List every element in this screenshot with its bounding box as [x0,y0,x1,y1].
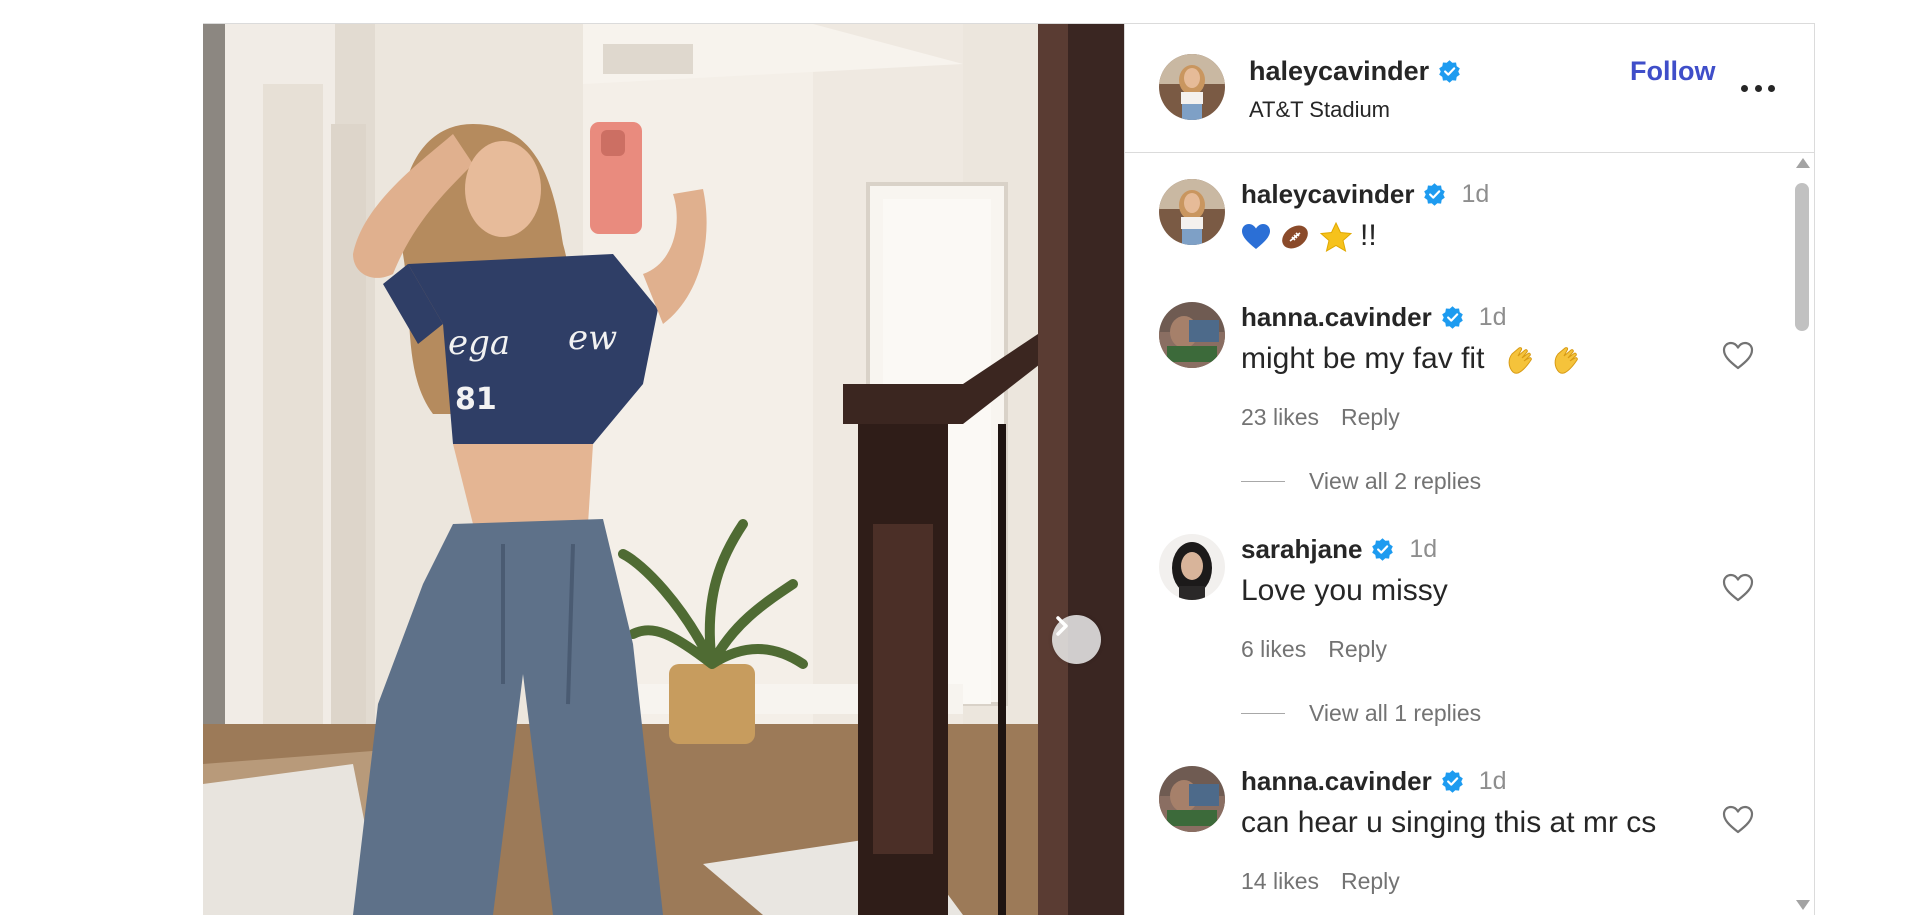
view-replies-label[interactable]: View all 2 replies [1309,468,1481,495]
post-photo[interactable]: ega ew 81 [203,24,1124,915]
verified-badge-icon [1441,306,1463,329]
comment-username[interactable]: sarahjane [1241,534,1362,565]
svg-text:ew: ew [568,318,617,358]
clapping-hands-icon [1551,344,1583,376]
mirror-selfie-photo: ega ew 81 [203,24,1124,915]
author-username[interactable]: haleycavinder [1249,56,1462,87]
post-side-panel: haleycavinder AT&T Stadium Follow haleyc… [1124,24,1814,915]
caption-time[interactable]: 1d [1461,180,1489,209]
blue-heart-icon [1241,223,1271,251]
verified-badge-icon [1441,770,1463,793]
scrollbar-thumb[interactable] [1795,183,1809,331]
view-replies-label[interactable]: View all 1 replies [1309,700,1481,727]
comment-text: Love you missy [1241,574,1448,607]
instagram-post: ega ew 81 haleycavinder AT&T Stadium Fol… [203,23,1815,915]
caption-header: haleycavinder 1d [1241,179,1489,210]
verified-badge-icon [1424,183,1446,206]
comment-meta: 6 likes Reply [1241,636,1387,663]
comment-time[interactable]: 1d [1479,303,1507,332]
clapping-hands-icon [1505,344,1537,376]
post-header: haleycavinder AT&T Stadium Follow [1125,24,1814,153]
replies-divider-line [1241,481,1285,482]
caption-text: !! [1241,219,1377,253]
commenter-avatar[interactable] [1159,766,1225,832]
comment-likes[interactable]: 14 likes [1241,868,1319,895]
comment-header: hanna.cavinder 1d [1241,766,1507,797]
comment-text-row: might be my fav fit [1241,342,1583,376]
author-username-text[interactable]: haleycavinder [1249,56,1429,87]
verified-badge-icon [1372,538,1394,561]
comment-text: might be my fav fit [1241,342,1485,375]
author-avatar[interactable] [1159,54,1225,120]
follow-button[interactable]: Follow [1630,56,1715,87]
comment-meta: 14 likes Reply [1241,868,1400,895]
comments-scrollbar[interactable] [1789,153,1813,915]
commenter-avatar[interactable] [1159,302,1225,368]
comment-header: hanna.cavinder 1d [1241,302,1507,333]
like-heart-icon[interactable] [1721,340,1755,372]
like-heart-icon[interactable] [1721,572,1755,604]
svg-text:ega: ega [448,323,510,363]
like-heart-icon[interactable] [1721,804,1755,836]
comment-username[interactable]: hanna.cavinder [1241,766,1432,797]
more-options-icon[interactable] [1741,82,1775,94]
comment-time[interactable]: 1d [1409,535,1437,564]
caption-username[interactable]: haleycavinder [1241,179,1414,210]
comments-list: haleycavinder 1d !! hanna.cavinder 1d mi… [1125,153,1814,915]
svg-text:81: 81 [455,382,497,417]
post-location[interactable]: AT&T Stadium [1249,97,1390,123]
comment-header: sarahjane 1d [1241,534,1437,565]
comment-meta: 23 likes Reply [1241,404,1400,431]
view-replies-button[interactable]: View all 2 replies [1241,468,1481,495]
reply-button[interactable]: Reply [1328,636,1387,663]
comment-text: can hear u singing this at mr cs [1241,806,1657,839]
commenter-avatar[interactable] [1159,534,1225,600]
comment-time[interactable]: 1d [1479,767,1507,796]
verified-badge-icon [1439,60,1460,83]
author-avatar[interactable] [1159,179,1225,245]
football-icon [1279,222,1311,252]
comment-likes[interactable]: 6 likes [1241,636,1306,663]
comment-username[interactable]: hanna.cavinder [1241,302,1432,333]
view-replies-button[interactable]: View all 1 replies [1241,700,1481,727]
reply-button[interactable]: Reply [1341,404,1400,431]
chevron-right-icon [1056,616,1068,636]
comment-likes[interactable]: 23 likes [1241,404,1319,431]
star-icon [1319,222,1352,253]
scroll-down-arrow-icon[interactable] [1795,899,1811,911]
replies-divider-line [1241,713,1285,714]
next-photo-button[interactable] [1052,615,1101,664]
scroll-up-arrow-icon[interactable] [1795,157,1811,169]
caption-text-suffix: !! [1360,219,1377,252]
reply-button[interactable]: Reply [1341,868,1400,895]
